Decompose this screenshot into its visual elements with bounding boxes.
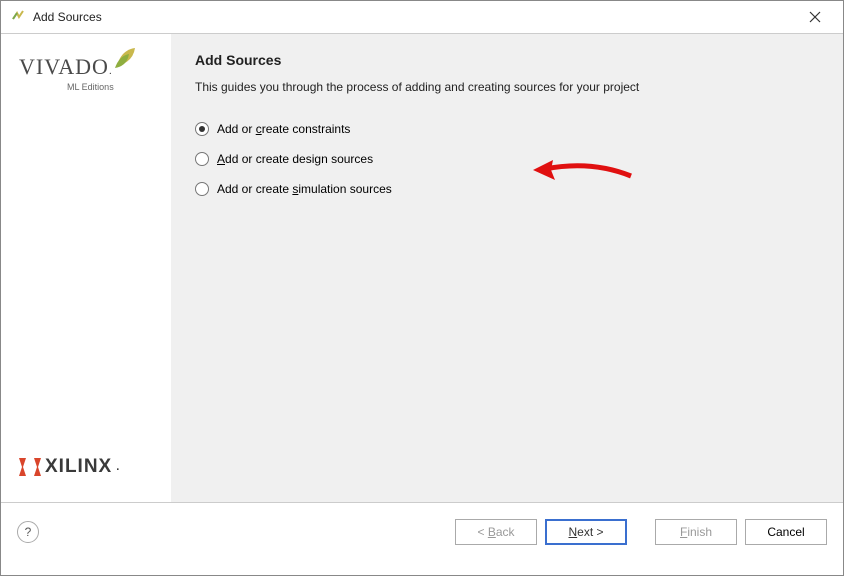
radio-indicator-icon xyxy=(195,182,209,196)
button-label: Next > xyxy=(568,525,603,539)
back-button[interactable]: < Back xyxy=(455,519,537,545)
next-button[interactable]: Next > xyxy=(545,519,627,545)
source-type-radio-group: Add or create constraints Add or create … xyxy=(195,122,819,196)
button-label: < Back xyxy=(477,525,514,539)
wizard-sidebar: VIVADO. ML Editions XILINX. xyxy=(1,34,171,502)
window-title: Add Sources xyxy=(33,10,795,24)
radio-add-design-sources[interactable]: Add or create design sources xyxy=(195,152,819,166)
button-label: Finish xyxy=(680,525,712,539)
radio-label: Add or create design sources xyxy=(217,152,373,166)
xilinx-logo: XILINX. xyxy=(19,456,171,478)
radio-label: Add or create constraints xyxy=(217,122,350,136)
vivado-leaf-icon xyxy=(111,42,141,78)
radio-label: Add or create simulation sources xyxy=(217,182,392,196)
help-icon: ? xyxy=(25,525,32,539)
radio-indicator-icon xyxy=(195,122,209,136)
app-icon xyxy=(9,9,25,25)
finish-button[interactable]: Finish xyxy=(655,519,737,545)
button-label: Cancel xyxy=(767,525,804,539)
vivado-wordmark: VIVADO xyxy=(19,54,109,79)
radio-add-constraints[interactable]: Add or create constraints xyxy=(195,122,819,136)
cancel-button[interactable]: Cancel xyxy=(745,519,827,545)
xilinx-wordmark: XILINX xyxy=(45,456,112,478)
radio-add-simulation-sources[interactable]: Add or create simulation sources xyxy=(195,182,819,196)
close-button[interactable] xyxy=(795,3,835,31)
main-area: VIVADO. ML Editions XILINX. Add Sou xyxy=(1,33,843,503)
titlebar: Add Sources xyxy=(1,1,843,33)
page-heading: Add Sources xyxy=(195,52,819,68)
wizard-footer: ? < Back Next > Finish Cancel xyxy=(1,503,843,561)
ml-editions-label: ML Editions xyxy=(67,82,171,92)
page-subtitle: This guides you through the process of a… xyxy=(195,80,819,94)
radio-indicator-icon xyxy=(195,152,209,166)
vivado-logo: VIVADO. ML Editions xyxy=(19,54,171,92)
wizard-content: Add Sources This guides you through the … xyxy=(171,34,843,502)
help-button[interactable]: ? xyxy=(17,521,39,543)
xilinx-mark-icon xyxy=(19,458,41,476)
